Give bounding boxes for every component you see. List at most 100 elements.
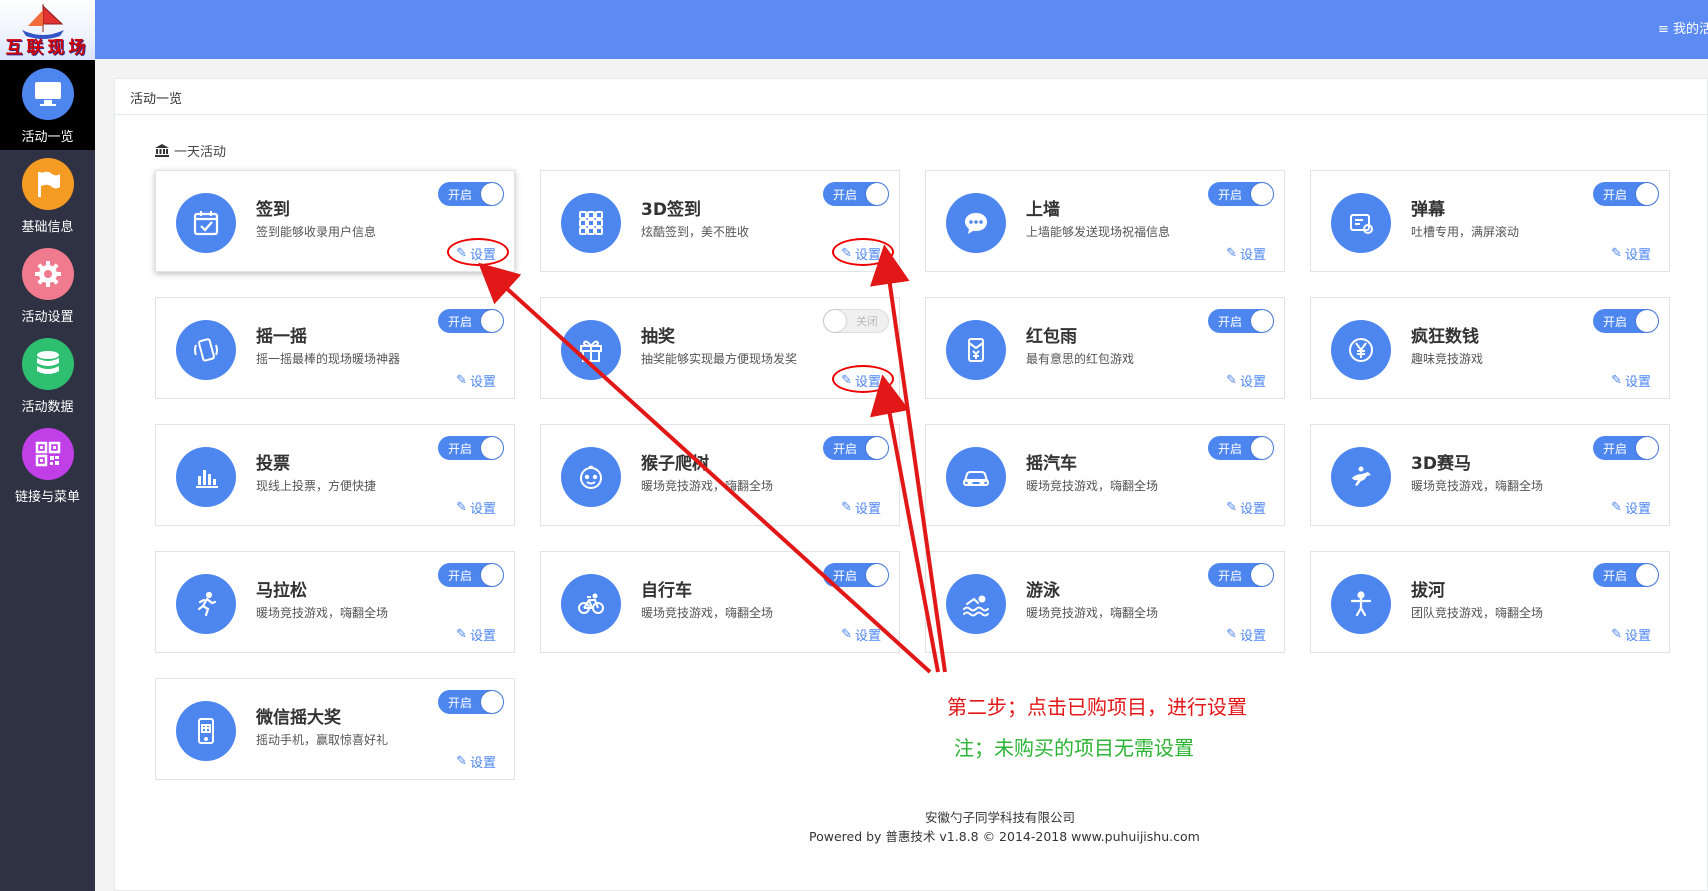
settings-label: 设置	[469, 629, 496, 644]
car-icon	[946, 447, 1006, 507]
section-title: 一天活动	[155, 141, 226, 160]
card-title: 摇一摇	[256, 327, 307, 347]
card-title: 3D签到	[641, 200, 701, 220]
activity-card-marathon[interactable]: 马拉松 暖场竞技游戏，嗨翻全场 开启 ✎ 设置	[155, 551, 515, 653]
settings-link[interactable]: ✎ 设置	[1611, 371, 1651, 390]
activity-card-wechat-shake-prize[interactable]: 微信摇大奖 摇动手机，赢取惊喜好礼 开启 ✎ 设置	[155, 678, 515, 780]
settings-label: 设置	[469, 756, 496, 771]
brand-logo[interactable]: 互联现场	[0, 0, 95, 60]
activity-card-shake-car[interactable]: 摇汽车 暖场竞技游戏，嗨翻全场 开启 ✎ 设置	[925, 424, 1285, 526]
activity-card-crazy-counting[interactable]: 疯狂数钱 趣味竞技游戏 开启 ✎ 设置	[1310, 297, 1670, 399]
edit-icon: ✎	[456, 246, 467, 261]
settings-label: 设置	[469, 375, 496, 390]
activity-card-shake[interactable]: 摇一摇 摇一摇最棒的现场暖场神器 开启 ✎ 设置	[155, 297, 515, 399]
settings-link[interactable]: ✎ 设置	[456, 752, 496, 771]
enable-toggle[interactable]: 关闭	[823, 309, 889, 333]
enable-toggle[interactable]: 开启	[438, 690, 504, 714]
settings-link[interactable]: ✎ 设置	[832, 238, 894, 266]
enable-toggle[interactable]: 开启	[438, 309, 504, 333]
activity-card-bicycle[interactable]: 自行车 暖场竞技游戏，嗨翻全场 开启 ✎ 设置	[540, 551, 900, 653]
settings-link[interactable]: ✎ 设置	[447, 238, 509, 266]
enable-toggle[interactable]: 开启	[1208, 182, 1274, 206]
enable-toggle[interactable]: 开启	[1593, 563, 1659, 587]
enable-toggle[interactable]: 开启	[1593, 309, 1659, 333]
enable-toggle[interactable]: 开启	[1593, 436, 1659, 460]
card-desc: 暖场竞技游戏，嗨翻全场	[256, 606, 389, 620]
settings-link[interactable]: ✎ 设置	[1226, 625, 1266, 644]
sidebar-item-activity-settings[interactable]: 活动设置	[0, 240, 95, 330]
sidebar-item-activity-data[interactable]: 活动数据	[0, 330, 95, 420]
settings-link[interactable]: ✎ 设置	[1611, 244, 1651, 263]
toggle-knob	[1251, 310, 1273, 332]
bank-icon	[155, 144, 169, 157]
toggle-label: 开启	[448, 314, 473, 329]
phone-prize-icon	[176, 701, 236, 761]
edit-icon: ✎	[1226, 627, 1237, 642]
enable-toggle[interactable]: 开启	[438, 436, 504, 460]
settings-link[interactable]: ✎ 设置	[456, 371, 496, 390]
settings-link[interactable]: ✎ 设置	[1226, 498, 1266, 517]
activity-card-3d-horse-racing[interactable]: 3D赛马 暖场竞技游戏，嗨翻全场 开启 ✎ 设置	[1310, 424, 1670, 526]
tug-of-war-icon	[1331, 574, 1391, 634]
activity-card-vote[interactable]: 投票 现线上投票，方便快捷 开启 ✎ 设置	[155, 424, 515, 526]
activity-card-wall[interactable]: 上墙 上墙能够发送现场祝福信息 开启 ✎ 设置	[925, 170, 1285, 272]
enable-toggle[interactable]: 开启	[1208, 563, 1274, 587]
card-title: 马拉松	[256, 581, 307, 601]
sidebar-item-label: 基础信息	[21, 220, 74, 235]
red-envelope-icon	[946, 320, 1006, 380]
settings-link[interactable]: ✎ 设置	[1611, 498, 1651, 517]
chat-bubble-icon	[946, 193, 1006, 253]
toggle-knob	[481, 310, 503, 332]
activity-card-3d-signin[interactable]: 3D签到 炫酷签到，美不胜收 开启 ✎ 设置	[540, 170, 900, 272]
settings-link[interactable]: ✎ 设置	[1611, 625, 1651, 644]
my-activity-menu-button[interactable]: ≡ 我的活	[1658, 18, 1708, 37]
edit-icon: ✎	[1611, 373, 1622, 388]
enable-toggle[interactable]: 开启	[823, 563, 889, 587]
toggle-label: 开启	[1603, 314, 1628, 329]
enable-toggle[interactable]: 开启	[823, 182, 889, 206]
gift-icon	[561, 320, 621, 380]
card-desc: 趣味竞技游戏	[1411, 352, 1484, 366]
edit-icon: ✎	[841, 373, 852, 388]
activity-card-monkey-climb[interactable]: 猴子爬树 暖场竞技游戏，嗨翻全场 开启 ✎ 设置	[540, 424, 900, 526]
card-title: 签到	[256, 200, 290, 220]
card-title: 游泳	[1026, 581, 1060, 601]
settings-link[interactable]: ✎ 设置	[832, 365, 894, 393]
card-desc: 摇动手机，赢取惊喜好礼	[256, 733, 389, 747]
settings-link[interactable]: ✎ 设置	[841, 498, 881, 517]
edit-icon: ✎	[1226, 500, 1237, 515]
activity-card-lottery[interactable]: 抽奖 抽奖能够实现最方便现场发奖 关闭 ✎ 设置	[540, 297, 900, 399]
card-desc: 炫酷签到，美不胜收	[641, 225, 750, 239]
edit-icon: ✎	[1611, 627, 1622, 642]
settings-label: 设置	[1624, 629, 1651, 644]
activity-card-swimming[interactable]: 游泳 暖场竞技游戏，嗨翻全场 开启 ✎ 设置	[925, 551, 1285, 653]
sidebar-item-basic-info[interactable]: 基础信息	[0, 150, 95, 240]
settings-label: 设置	[1239, 375, 1266, 390]
activity-card-signin[interactable]: 签到 签到能够收录用户信息 开启 ✎ 设置	[155, 170, 515, 272]
card-title: 疯狂数钱	[1411, 327, 1479, 347]
flag-icon	[21, 158, 74, 210]
sidebar-item-label: 活动一览	[21, 130, 74, 145]
enable-toggle[interactable]: 开启	[1208, 309, 1274, 333]
settings-label: 设置	[854, 375, 881, 390]
card-desc: 抽奖能够实现最方便现场发奖	[641, 352, 798, 366]
settings-link[interactable]: ✎ 设置	[1226, 244, 1266, 263]
enable-toggle[interactable]: 开启	[438, 182, 504, 206]
settings-link[interactable]: ✎ 设置	[456, 498, 496, 517]
toggle-knob	[481, 691, 503, 713]
settings-link[interactable]: ✎ 设置	[841, 625, 881, 644]
enable-toggle[interactable]: 开启	[1593, 182, 1659, 206]
activity-card-tug-of-war[interactable]: 拔河 团队竞技游戏，嗨翻全场 开启 ✎ 设置	[1310, 551, 1670, 653]
enable-toggle[interactable]: 开启	[823, 436, 889, 460]
enable-toggle[interactable]: 开启	[1208, 436, 1274, 460]
sidebar-item-activities[interactable]: 活动一览	[0, 60, 95, 150]
sidebar-item-links-menu[interactable]: 链接与菜单	[0, 420, 95, 510]
settings-label: 设置	[854, 502, 881, 517]
card-title: 摇汽车	[1026, 454, 1077, 474]
settings-link[interactable]: ✎ 设置	[456, 625, 496, 644]
enable-toggle[interactable]: 开启	[438, 563, 504, 587]
activity-card-red-envelope-rain[interactable]: 红包雨 最有意思的红包游戏 开启 ✎ 设置	[925, 297, 1285, 399]
activity-card-barrage[interactable]: 弹幕 吐槽专用，满屏滚动 开启 ✎ 设置	[1310, 170, 1670, 272]
settings-link[interactable]: ✎ 设置	[1226, 371, 1266, 390]
settings-label: 设置	[854, 629, 881, 644]
